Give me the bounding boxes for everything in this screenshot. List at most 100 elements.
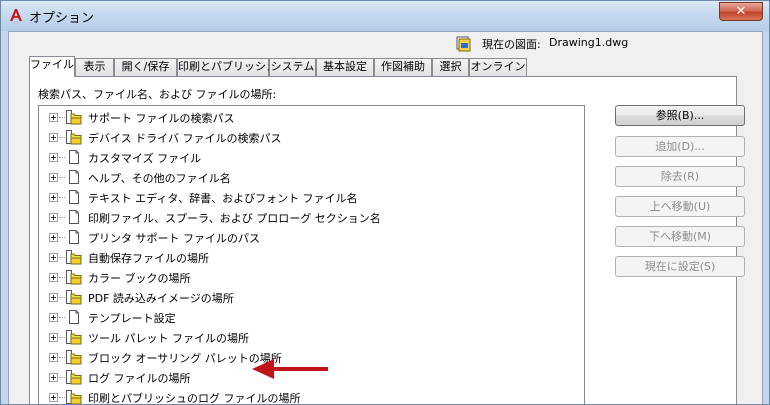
tree-item-label: ヘルプ、その他のファイル名	[88, 172, 231, 185]
tree-connector	[59, 397, 65, 398]
tree-item[interactable]: デバイス ドライバ ファイルの検索パス	[39, 127, 579, 147]
expand-plus-icon[interactable]	[49, 173, 58, 182]
tree-item-label: PDF 読み込みイメージの場所	[88, 292, 234, 305]
tree-item-label: テンプレート設定	[88, 312, 176, 325]
tree-item-label: デバイス ドライバ ファイルの検索パス	[88, 132, 282, 145]
tree-item-label: 自動保存ファイルの場所	[88, 252, 209, 265]
folder-stack-icon	[66, 369, 82, 385]
expand-plus-icon[interactable]	[49, 333, 58, 342]
tree-connector	[59, 357, 65, 358]
close-icon: ✕	[735, 4, 747, 19]
tree-item-label: テキスト エディタ、辞書、およびフォント ファイル名	[88, 192, 358, 205]
tree-connector	[59, 217, 65, 218]
options-dialog: オプション ✕ 現在の図面: Drawing1.dwg ファイル 表示 開く/保…	[0, 0, 770, 405]
tab-user-preferences[interactable]: 基本設定	[316, 58, 374, 76]
document-icon	[66, 209, 82, 225]
tab-plot-publish[interactable]: 印刷とパブリッシュ	[177, 58, 277, 76]
tab-files[interactable]: ファイル	[29, 56, 75, 77]
autocad-app-icon	[8, 7, 24, 23]
tree-connector	[59, 257, 65, 258]
expand-plus-icon[interactable]	[49, 313, 58, 322]
expand-plus-icon[interactable]	[49, 273, 58, 282]
tree-item[interactable]: テキスト エディタ、辞書、およびフォント ファイル名	[39, 187, 579, 207]
folder-stack-icon	[66, 129, 82, 145]
tree-item[interactable]: 印刷ファイル、スプーラ、および プロローグ セクション名	[39, 207, 579, 227]
expand-plus-icon[interactable]	[49, 193, 58, 202]
expand-plus-icon[interactable]	[49, 233, 58, 242]
dialog-body: 現在の図面: Drawing1.dwg ファイル 表示 開く/保存 印刷とパブリ…	[8, 31, 763, 405]
folder-stack-icon	[66, 329, 82, 345]
search-paths-label: 検索パス、ファイル名、および ファイルの場所:	[38, 88, 277, 101]
tab-display[interactable]: 表示	[75, 58, 114, 76]
expand-plus-icon[interactable]	[49, 153, 58, 162]
document-icon	[66, 169, 82, 185]
tree-connector	[59, 157, 65, 158]
folder-stack-icon	[66, 269, 82, 285]
move-up-button[interactable]: 上へ移動(U)	[615, 196, 745, 217]
tree-item[interactable]: プリンタ サポート ファイルのパス	[39, 227, 579, 247]
set-current-button[interactable]: 現在に設定(S)	[615, 256, 745, 277]
tab-drafting[interactable]: 作図補助	[374, 58, 432, 76]
expand-plus-icon[interactable]	[49, 353, 58, 362]
tree-item-label: カスタマイズ ファイル	[88, 152, 202, 165]
expand-plus-icon[interactable]	[49, 133, 58, 142]
tab-open-save[interactable]: 開く/保存	[114, 58, 177, 76]
tree-item[interactable]: サポート ファイルの検索パス	[39, 107, 579, 127]
add-button[interactable]: 追加(D)...	[615, 136, 745, 157]
folder-stack-icon	[66, 349, 82, 365]
tree-item[interactable]: ツール パレット ファイルの場所	[39, 327, 579, 347]
tree-item[interactable]: PDF 読み込みイメージの場所	[39, 287, 579, 307]
expand-plus-icon[interactable]	[49, 293, 58, 302]
close-button[interactable]: ✕	[719, 2, 763, 21]
folder-stack-icon	[66, 289, 82, 305]
tree-connector	[59, 137, 65, 138]
document-icon	[66, 149, 82, 165]
tab-selection[interactable]: 選択	[432, 58, 469, 76]
tree-item-label: 印刷とパブリッシュのログ ファイルの場所	[88, 392, 301, 405]
tree-connector	[59, 117, 65, 118]
tree-connector	[59, 297, 65, 298]
folder-stack-icon	[66, 109, 82, 125]
expand-plus-icon[interactable]	[49, 393, 58, 402]
tree-item-label: 印刷ファイル、スプーラ、および プロローグ セクション名	[88, 212, 381, 225]
current-drawing-label: 現在の図面:	[482, 38, 541, 51]
expand-plus-icon[interactable]	[49, 253, 58, 262]
current-drawing-name: Drawing1.dwg	[549, 36, 629, 49]
tree-connector	[59, 177, 65, 178]
tree-connector	[59, 317, 65, 318]
title-bar[interactable]: オプション ✕	[1, 1, 769, 31]
tree-item[interactable]: 印刷とパブリッシュのログ ファイルの場所	[39, 387, 579, 405]
window-title: オプション	[29, 11, 95, 26]
tree-item[interactable]: テンプレート設定	[39, 307, 579, 327]
expand-plus-icon[interactable]	[49, 113, 58, 122]
tree-item-label: プリンタ サポート ファイルのパス	[88, 232, 260, 245]
document-icon	[66, 189, 82, 205]
remove-button[interactable]: 除去(R)	[615, 166, 745, 187]
tree-item[interactable]: カラー ブックの場所	[39, 267, 579, 287]
tree-connector	[59, 377, 65, 378]
expand-plus-icon[interactable]	[49, 373, 58, 382]
tab-online[interactable]: オンライン	[469, 58, 527, 76]
document-icon	[66, 229, 82, 245]
folder-stack-icon	[66, 389, 82, 404]
tree-connector	[59, 197, 65, 198]
tree-connector	[59, 237, 65, 238]
tree-item-label: カラー ブックの場所	[88, 272, 191, 285]
move-down-button[interactable]: 下へ移動(M)	[615, 226, 745, 247]
files-tab-panel: 検索パス、ファイル名、および ファイルの場所: サポート ファイルの検索パスデバ…	[29, 76, 745, 405]
tree-connector	[59, 277, 65, 278]
document-icon	[66, 309, 82, 325]
tree-item-label: ログ ファイルの場所	[88, 372, 191, 385]
tab-system[interactable]: システム	[269, 58, 316, 76]
tree-item[interactable]: ヘルプ、その他のファイル名	[39, 167, 579, 187]
tree-item[interactable]: 自動保存ファイルの場所	[39, 247, 579, 267]
tree-item-label: サポート ファイルの検索パス	[88, 112, 235, 125]
browse-button[interactable]: 参照(B)...	[615, 105, 745, 126]
folder-stack-icon	[66, 249, 82, 265]
expand-plus-icon[interactable]	[49, 213, 58, 222]
callout-arrow-icon	[252, 359, 328, 379]
tree-connector	[59, 337, 65, 338]
drawing-file-icon	[456, 36, 472, 52]
tree-item[interactable]: カスタマイズ ファイル	[39, 147, 579, 167]
tree-item-label: ツール パレット ファイルの場所	[88, 332, 249, 345]
